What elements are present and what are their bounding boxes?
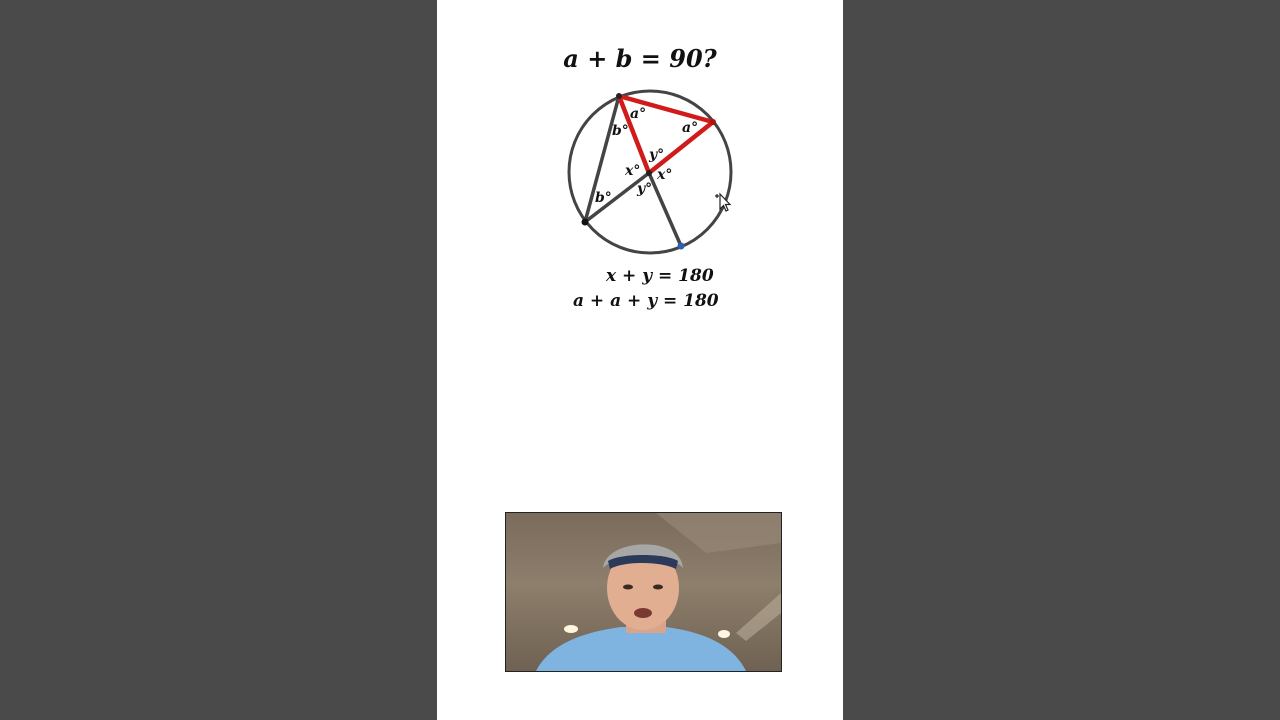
angle-label-a-top: a° [630,106,646,122]
move-cursor-icon [715,192,732,212]
point-center [646,170,652,176]
angle-label-y-bottom: y° [636,181,652,197]
right-letterbox [843,0,1280,720]
angle-label-b-top: b° [612,123,629,139]
angle-label-x-right: x° [656,167,672,183]
presenter-video [505,512,782,672]
equation-1: x + y = 180 [606,266,714,286]
angle-label-b-bottom: b° [595,190,612,206]
angle-label-x-left: x° [624,163,640,179]
point-right [710,119,716,125]
slide-canvas: a + b = 90? a° a° b° b° x° x° y° y° x + … [437,0,843,720]
angle-label-y-top: y° [648,147,664,163]
point-bottom-left [581,218,589,226]
segment-bottom-right [647,172,683,247]
equation-2: a + a + y = 180 [573,291,719,311]
circle-diagram: a° a° b° b° x° x° y° y° [567,89,733,255]
point-bottom-right [677,242,685,250]
point-top [616,93,622,99]
left-letterbox [0,0,437,720]
angle-label-a-right: a° [682,120,698,136]
